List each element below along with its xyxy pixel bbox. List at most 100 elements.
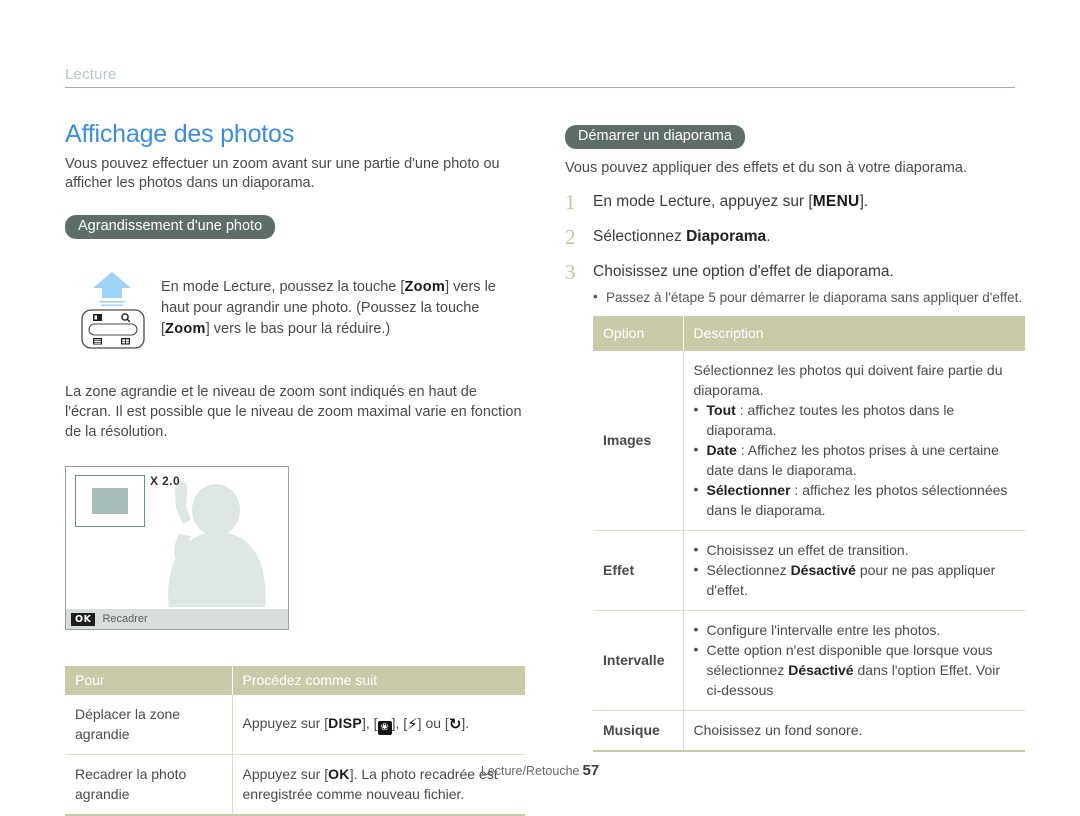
step-3: 3 Choisissez une option d'effet de diapo… <box>565 261 1025 752</box>
option-musique: Musique <box>593 710 684 752</box>
list-item: Sélectionner : affichez les photos sélec… <box>694 479 1016 520</box>
list-item: Passez à l'étape 5 pour démarrer le diap… <box>593 287 1025 307</box>
step-1-post: ]. <box>859 193 869 210</box>
header-divider <box>65 87 1015 88</box>
step-1-pre: En mode Lecture, appuyez sur [ <box>593 193 813 210</box>
option-images: Images <box>593 351 684 531</box>
timer-icon: ↻ <box>448 715 462 733</box>
screen-bottom-bar: OK Recadrer <box>66 609 288 629</box>
running-head: Lecture <box>65 66 1015 88</box>
zoom-lever-instruction: En mode Lecture, poussez la touche [Zoom… <box>65 269 525 356</box>
desc-mid-3: ] ou [ <box>417 715 449 731</box>
option-effet: Effet <box>593 530 684 611</box>
step-3-pre: Choisissez une option d'effet de diapora… <box>593 263 894 280</box>
step-1: 1 En mode Lecture, appuyez sur [MENU]. <box>565 191 1025 213</box>
lever-text-part3: ] vers le bas pour la réduire.) <box>205 321 391 337</box>
table-row: Images Sélectionnez les photos qui doive… <box>593 351 1025 531</box>
images-lead: Sélectionnez les photos qui doivent fair… <box>693 362 1003 398</box>
step-2-post: . <box>766 228 771 245</box>
list-item: Choisissez un effet de transition. <box>694 539 1016 560</box>
col-header-option: Option <box>593 316 683 351</box>
section-heading-magnify: Agrandissement d'une photo <box>65 215 276 239</box>
col-header-description: Description <box>682 316 1025 351</box>
table-row: Effet Choisissez un effet de transition.… <box>593 530 1025 611</box>
desc-pre: Appuyez sur [ <box>242 715 329 731</box>
zoom-key-label-2: Zoom <box>165 321 206 337</box>
row-label-move-area: Déplacer la zone agrandie <box>65 695 233 755</box>
step-2: 2 Sélectionnez Diaporama. <box>565 226 1025 248</box>
step-2-number: 2 <box>565 225 576 249</box>
option-musique-desc: Choisissez un fond sonore. <box>683 710 1025 752</box>
lever-text-part1: En mode Lecture, poussez la touche [ <box>161 279 405 295</box>
desc-mid-2: ], [ <box>391 715 408 731</box>
macro-icon: ❀ <box>377 721 392 735</box>
zoom-lever-text: En mode Lecture, poussez la touche [Zoom… <box>161 269 525 340</box>
option-intervalle-desc: Configure l'intervalle entre les photos.… <box>683 610 1025 711</box>
bullet-text: Configure l'intervalle entre les photos. <box>706 622 941 638</box>
list-item: Date : Affichez les photos prises à une … <box>694 439 1016 480</box>
step-1-number: 1 <box>565 190 576 214</box>
option-images-desc: Sélectionnez les photos qui doivent fair… <box>683 351 1025 531</box>
menu-key-label: MENU <box>812 193 860 210</box>
bullet-bold: Tout <box>706 402 736 418</box>
list-item: Configure l'intervalle entre les photos. <box>694 619 1016 640</box>
bullet-text: Choisissez un effet de transition. <box>706 542 909 558</box>
step-3-bullets: Passez à l'étape 5 pour démarrer le diap… <box>593 287 1025 307</box>
bullet-pre: Sélectionnez <box>706 562 791 578</box>
magnify-actions-table-wrapper: Pour Procédez comme suit Déplacer la zon… <box>65 666 525 816</box>
left-column: Affichage des photos Vous pouvez effectu… <box>65 120 525 816</box>
disp-key-label: DISP <box>328 715 362 731</box>
magnify-actions-table: Pour Procédez comme suit Déplacer la zon… <box>65 666 525 816</box>
bullet-bold: Date <box>706 442 737 458</box>
effet-bullets: Choisissez un effet de transition. Sélec… <box>694 539 1016 600</box>
desc-post: ]. <box>461 715 470 731</box>
zoom-note-paragraph: La zone agrandie et le niveau de zoom so… <box>65 384 522 440</box>
step-3-text: Choisissez une option d'effet de diapora… <box>593 261 1025 752</box>
flash-icon: ⚡ <box>407 715 418 733</box>
slideshow-intro: Vous pouvez appliquer des effets et du s… <box>565 160 967 176</box>
bullet-text: : Affichez les photos prises à une certa… <box>706 442 999 478</box>
col-header-procedure: Procédez comme suit <box>231 666 525 695</box>
right-column: Démarrer un diaporama Vous pouvez appliq… <box>565 125 1025 752</box>
bullet-bold: Désactivé <box>788 662 854 678</box>
bullet-bold: Désactivé <box>790 562 856 578</box>
crop-region-box <box>75 475 145 527</box>
step-1-text: En mode Lecture, appuyez sur [MENU]. <box>593 191 868 213</box>
bullet-bold: Sélectionner <box>706 482 791 498</box>
crop-region-fill <box>92 488 128 514</box>
table-row: Déplacer la zone agrandie Appuyez sur [D… <box>65 695 525 755</box>
list-item: Tout : affichez toutes les photos dans l… <box>694 399 1016 440</box>
footer-section-label: Lecture/Retouche <box>480 764 580 778</box>
page-title: Affichage des photos <box>65 120 295 148</box>
step-3-number: 3 <box>565 260 576 284</box>
camera-screen-illustration: X 2.0 OK Recadrer <box>65 466 289 630</box>
row-desc-move-area: Appuyez sur [DISP], [❀], [⚡] ou [↻]. <box>232 695 525 755</box>
intervalle-bullets: Configure l'intervalle entre les photos.… <box>694 619 1016 700</box>
slideshow-options-table: Option Description Images Sélectionnez l… <box>593 316 1025 752</box>
images-bullets: Tout : affichez toutes les photos dans l… <box>694 399 1016 520</box>
page-number: 57 <box>582 762 600 779</box>
page-footer: Lecture/Retouche 57 <box>0 762 1080 779</box>
zoom-lever-icon <box>65 269 161 356</box>
ok-key-icon: OK <box>71 612 96 626</box>
step-2-text: Sélectionnez Diaporama. <box>593 226 771 248</box>
option-effet-desc: Choisissez un effet de transition. Sélec… <box>683 530 1025 611</box>
list-item: Sélectionnez Désactivé pour ne pas appli… <box>694 559 1016 600</box>
zoom-level-label: X 2.0 <box>150 474 181 488</box>
col-header-pour: Pour <box>65 666 232 695</box>
step-2-pre: Sélectionnez <box>593 228 687 245</box>
bullet-text: : affichez toutes les photos dans le dia… <box>706 402 955 438</box>
table-row: Musique Choisissez un fond sonore. <box>593 710 1025 752</box>
option-intervalle: Intervalle <box>593 610 684 711</box>
table-row: Intervalle Configure l'intervalle entre … <box>593 610 1025 711</box>
diaporama-menu-label: Diaporama <box>686 228 767 245</box>
zoom-key-label-1: Zoom <box>404 279 446 295</box>
section-heading-slideshow: Démarrer un diaporama <box>565 125 745 149</box>
page-intro: Vous pouvez effectuer un zoom avant sur … <box>65 156 500 191</box>
screen-bar-label: Recadrer <box>102 613 148 625</box>
list-item: Cette option n'est disponible que lorsqu… <box>694 639 1016 700</box>
table-header-row: Pour Procédez comme suit <box>65 666 525 695</box>
desc-mid-1: ], [ <box>362 715 378 731</box>
running-head-label: Lecture <box>65 66 117 83</box>
table-header-row: Option Description <box>593 316 1025 351</box>
